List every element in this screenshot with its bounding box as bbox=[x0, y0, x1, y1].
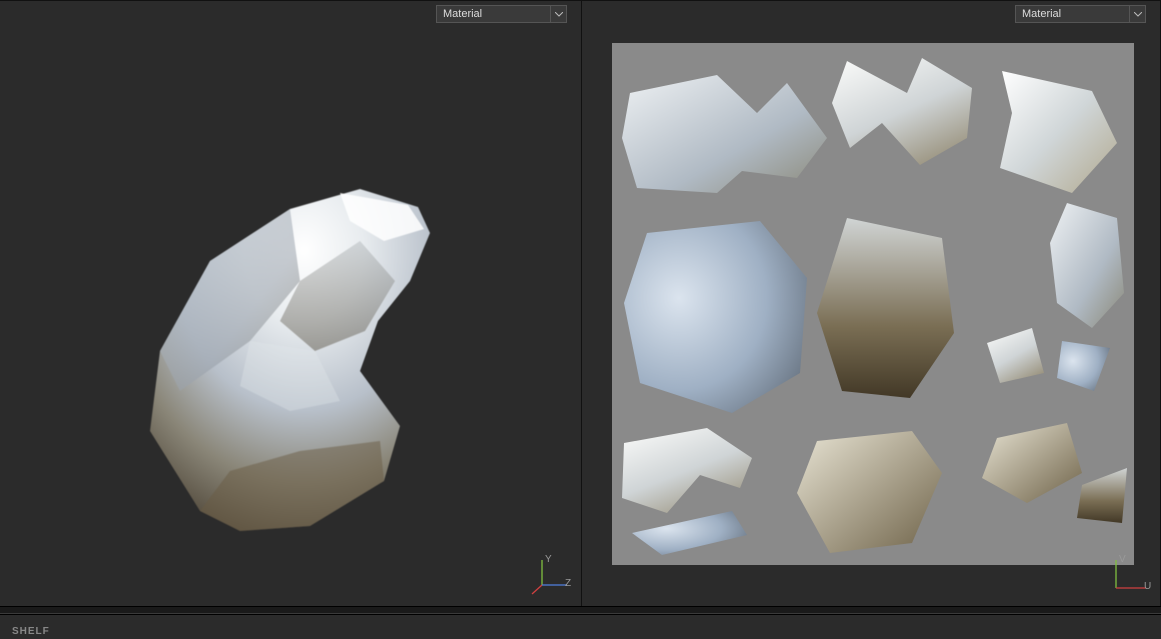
axis-gizmo-uv: V U bbox=[1110, 556, 1150, 596]
uv-island bbox=[1000, 71, 1117, 193]
uv-island bbox=[832, 58, 972, 165]
uv-island bbox=[632, 511, 747, 555]
uv-island bbox=[817, 218, 954, 398]
uv-island bbox=[622, 428, 752, 513]
uv-island bbox=[987, 328, 1044, 383]
viewport-3d[interactable]: Material bbox=[0, 0, 582, 606]
axis-gizmo-3d: Y Z bbox=[531, 556, 571, 596]
uv-canvas[interactable] bbox=[612, 43, 1134, 565]
shading-mode-value[interactable]: Material bbox=[1015, 5, 1130, 23]
chevron-down-icon[interactable] bbox=[1130, 5, 1146, 23]
shading-mode-value[interactable]: Material bbox=[436, 5, 551, 23]
chevron-down-icon[interactable] bbox=[551, 5, 567, 23]
uv-island bbox=[1050, 203, 1124, 328]
uv-island bbox=[1057, 341, 1110, 391]
viewport-container: Material bbox=[0, 0, 1161, 606]
axis-label-y: Y bbox=[545, 554, 552, 565]
uv-island bbox=[624, 221, 807, 413]
shelf-title: SHELF bbox=[12, 626, 50, 637]
axis-label-z: Z bbox=[565, 578, 571, 589]
uv-island bbox=[1077, 468, 1127, 523]
viewport-uv[interactable]: Material bbox=[582, 0, 1161, 606]
axis-label-u: U bbox=[1144, 581, 1151, 592]
axis-label-v: V bbox=[1119, 554, 1126, 565]
uv-island bbox=[622, 75, 827, 193]
shelf-panel: SHELF bbox=[0, 614, 1161, 639]
shading-mode-selector-3d[interactable]: Material bbox=[436, 5, 567, 23]
panel-divider[interactable] bbox=[0, 606, 1161, 614]
uv-island bbox=[797, 431, 942, 553]
shading-mode-selector-uv[interactable]: Material bbox=[1015, 5, 1146, 23]
mesh-3d-preview bbox=[140, 171, 460, 541]
uv-island bbox=[982, 423, 1082, 503]
